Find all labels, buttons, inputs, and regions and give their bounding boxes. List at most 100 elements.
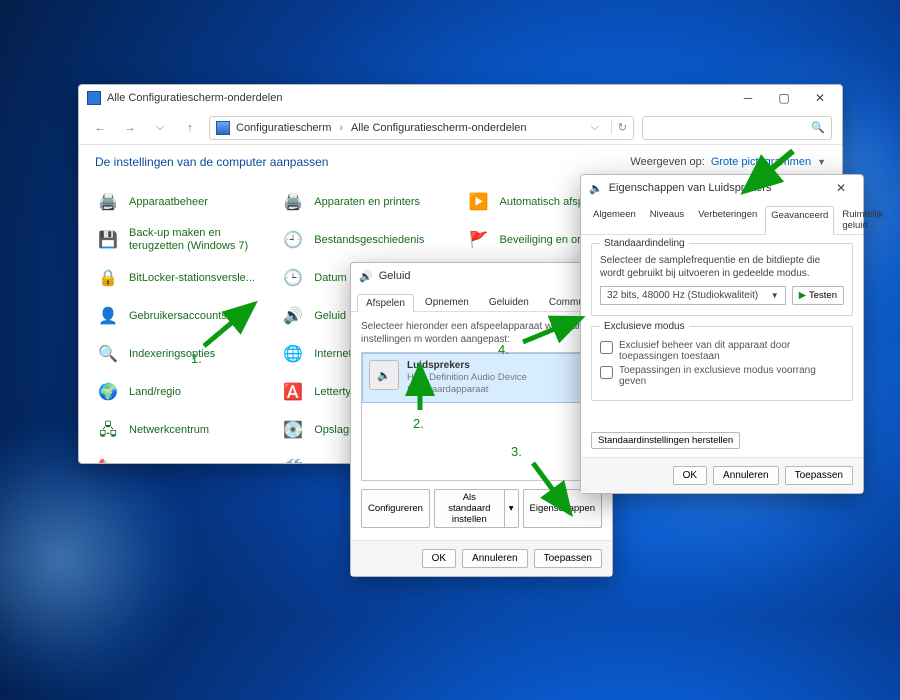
prop-titlebar: 🔈 Eigenschappen van Luidsprekers ✕ bbox=[581, 175, 863, 201]
properties-button[interactable]: Eigenschappen bbox=[523, 489, 603, 528]
snd-titlebar: 🔊 Geluid ✕ bbox=[351, 263, 612, 289]
cp-item-icon: 🔊 bbox=[280, 303, 306, 329]
exclusive-priority-row[interactable]: Toepassingen in exclusieve modus voorran… bbox=[600, 365, 844, 387]
cp-item-icon: 🕘 bbox=[280, 227, 306, 253]
maximize-button[interactable]: ▢ bbox=[766, 87, 802, 109]
snd-title: Geluid bbox=[379, 270, 572, 282]
cp-item-label: Apparaatbeheer bbox=[129, 196, 208, 209]
format-select[interactable]: 32 bits, 48000 Hz (Studiokwaliteit) ▼ bbox=[600, 286, 786, 305]
format-desc: Selecteer de samplefrequentie en de bitd… bbox=[600, 254, 844, 280]
apply-button[interactable]: Toepassen bbox=[534, 549, 602, 568]
refresh-icon[interactable]: ↻ bbox=[611, 121, 627, 134]
cp-item-label: Land/regio bbox=[129, 386, 181, 399]
view-label: Weergeven op: bbox=[630, 156, 704, 168]
cp-item-icon: 🌍 bbox=[95, 379, 121, 405]
view-value[interactable]: Grote pictogrammen bbox=[711, 156, 811, 168]
cp-item[interactable]: 🕘 Bestandsgeschiedenis bbox=[278, 223, 457, 257]
sound-dialog: 🔊 Geluid ✕ AfspelenOpnemenGeluidenCommun… bbox=[350, 262, 613, 577]
close-button[interactable]: ✕ bbox=[802, 87, 838, 109]
restore-defaults-button[interactable]: Standaardinstellingen herstellen bbox=[591, 432, 740, 449]
cp-item[interactable]: 💾Back-up maken en terugzetten (Windows 7… bbox=[93, 223, 272, 257]
cp-item-label: Geluid bbox=[314, 310, 346, 323]
device-list[interactable]: 🔈 Luidsprekers High Definition Audio Dev… bbox=[361, 352, 602, 481]
cp-titlebar: Alle Configuratiescherm-onderdelen ─ ▢ ✕ bbox=[79, 85, 842, 111]
cp-item-icon: 🔒 bbox=[95, 265, 121, 291]
device-driver: High Definition Audio Device bbox=[407, 372, 527, 384]
cp-item-icon: 🖨️ bbox=[95, 189, 121, 215]
chevron-down-icon[interactable]: ⌵ bbox=[590, 121, 598, 134]
cp-item[interactable]: 🖧Netwerkcentrum bbox=[93, 413, 272, 447]
device-name: Luidsprekers bbox=[407, 360, 527, 372]
speaker-properties-dialog: 🔈 Eigenschappen van Luidsprekers ✕ Algem… bbox=[580, 174, 864, 494]
history-dropdown[interactable]: ⌵ bbox=[149, 117, 171, 139]
sound-icon: 🔊 bbox=[359, 270, 373, 283]
control-panel-icon bbox=[216, 121, 230, 135]
test-button[interactable]: ▶Testen bbox=[792, 286, 844, 305]
snd-tabs: AfspelenOpnemenGeluidenCommunicatie bbox=[351, 289, 612, 312]
cp-item[interactable]: 👤Gebruikersaccounts bbox=[93, 299, 272, 333]
snd-tab[interactable]: Opnemen bbox=[416, 293, 478, 311]
play-icon: ▶ bbox=[799, 290, 806, 301]
cp-item[interactable]: 🔍 Indexeringsopties bbox=[93, 337, 272, 371]
chevron-down-icon: ▼ bbox=[771, 291, 779, 300]
cp-item[interactable]: 🖨️Apparaten en printers bbox=[278, 185, 457, 219]
breadcrumb-separator: › bbox=[337, 122, 345, 134]
search-input[interactable] bbox=[649, 122, 811, 134]
prop-tab[interactable]: Ruimtelijk geluid bbox=[836, 205, 889, 234]
cp-item-label: Bestandsgeschiedenis bbox=[314, 234, 424, 247]
cp-item-label: Indexeringsopties bbox=[129, 348, 215, 361]
exclusive-control-row[interactable]: Exclusief beheer van dit apparaat door t… bbox=[600, 340, 844, 362]
cp-item-icon: 🅰️ bbox=[280, 379, 306, 405]
exclusive-priority-checkbox[interactable] bbox=[600, 366, 613, 379]
ok-button[interactable]: OK bbox=[422, 549, 456, 568]
cp-item-icon: 🌐 bbox=[280, 341, 306, 367]
ok-button[interactable]: OK bbox=[673, 466, 707, 485]
cp-item[interactable]: 🔒BitLocker-stationsversle... bbox=[93, 261, 272, 295]
group-format-title: Standaardindeling bbox=[600, 238, 689, 249]
prop-tab[interactable]: Niveaus bbox=[644, 205, 690, 234]
cp-item-icon: ▶️ bbox=[466, 189, 492, 215]
search-box[interactable]: 🔍 bbox=[642, 116, 832, 140]
snd-footer: OK Annuleren Toepassen bbox=[351, 540, 612, 576]
cp-item-label: Back-up maken en terugzetten (Windows 7) bbox=[129, 227, 270, 253]
snd-tab[interactable]: Afspelen bbox=[357, 294, 414, 312]
snd-hint: Selecteer hieronder een afspeelapparaat … bbox=[361, 320, 602, 346]
cp-item[interactable]: 🖨️ Apparaatbeheer bbox=[93, 185, 272, 219]
apply-button[interactable]: Toepassen bbox=[785, 466, 853, 485]
forward-button[interactable]: → bbox=[119, 117, 141, 139]
breadcrumb-root[interactable]: Configuratiescherm bbox=[236, 122, 331, 134]
cp-item-icon: 💽 bbox=[280, 417, 306, 443]
cp-item-icon: 🔍 bbox=[95, 341, 121, 367]
close-button[interactable]: ✕ bbox=[823, 177, 859, 199]
configure-button[interactable]: Configureren bbox=[361, 489, 430, 528]
cancel-button[interactable]: Annuleren bbox=[462, 549, 528, 568]
prop-tab[interactable]: Verbeteringen bbox=[692, 205, 763, 234]
chevron-down-icon: ▼ bbox=[817, 157, 826, 167]
snd-body: Selecteer hieronder een afspeelapparaat … bbox=[351, 312, 612, 540]
set-default-dropdown[interactable]: ▾ bbox=[505, 489, 519, 528]
set-default-button[interactable]: Als standaard instellen bbox=[434, 489, 505, 528]
back-button[interactable]: ← bbox=[89, 117, 111, 139]
prop-footer: OK Annuleren Toepassen bbox=[581, 457, 863, 493]
snd-tab[interactable]: Geluiden bbox=[480, 293, 538, 311]
control-panel-icon bbox=[87, 91, 101, 105]
cancel-button[interactable]: Annuleren bbox=[713, 466, 779, 485]
cp-item[interactable]: 🌍 Land/regio bbox=[93, 375, 272, 409]
cp-item-label: Apparaten en printers bbox=[314, 196, 420, 209]
device-status: Standaardapparaat bbox=[407, 384, 527, 396]
cp-heading: De instellingen van de computer aanpasse… bbox=[95, 155, 328, 169]
exclusive-control-checkbox[interactable] bbox=[600, 341, 613, 354]
view-picker[interactable]: Weergeven op: Grote pictogrammen ▼ bbox=[630, 156, 826, 168]
cp-item-icon: 🕒 bbox=[280, 265, 306, 291]
device-row-speakers[interactable]: 🔈 Luidsprekers High Definition Audio Dev… bbox=[362, 353, 601, 403]
cp-item-icon: ✏️ bbox=[95, 455, 121, 463]
cp-item-icon: 👤 bbox=[95, 303, 121, 329]
cp-toolbar: ← → ⌵ ↑ Configuratiescherm › Alle Config… bbox=[79, 111, 842, 145]
up-button[interactable]: ↑ bbox=[179, 117, 201, 139]
prop-tab[interactable]: Geavanceerd bbox=[765, 206, 834, 235]
breadcrumb-child[interactable]: Alle Configuratiescherm-onderdelen bbox=[351, 122, 526, 134]
minimize-button[interactable]: ─ bbox=[730, 87, 766, 109]
address-bar[interactable]: Configuratiescherm › Alle Configuratiesc… bbox=[209, 116, 634, 140]
cp-item[interactable]: ✏️Pen en aanraken bbox=[93, 451, 272, 463]
prop-tab[interactable]: Algemeen bbox=[587, 205, 642, 234]
